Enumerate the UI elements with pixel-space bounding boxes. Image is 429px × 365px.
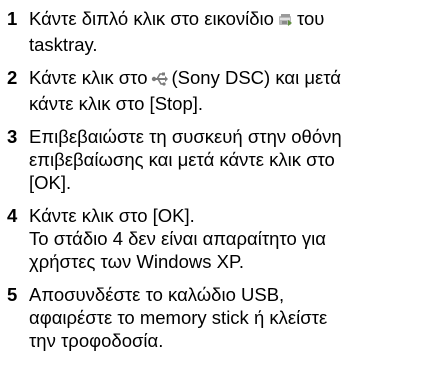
step-5-line-2: αφαιρέστε το memory stick ή κλείστε (29, 307, 328, 328)
step-2-line-1: Κάντε κλικ στο (Sony DSC) και μετά (29, 66, 425, 92)
step-number: 2 (7, 67, 18, 88)
step-4-line-1: Κάντε κλικ στο [OK]. (29, 205, 195, 226)
step-5-line-3: την τροφοδοσία. (29, 330, 164, 351)
step-3: 3 Επιβεβαιώστε τη συσκευή στην οθόνη επι… (7, 125, 425, 194)
step-2-text-before-icon: Κάντε κλικ στο (29, 67, 148, 88)
step-1-line-2: tasktray. (29, 34, 98, 55)
step-5: 5 Αποσυνδέστε το καλώδιο USB, αφαιρέστε … (7, 283, 425, 352)
step-2: 2 Κάντε κλικ στο (Sony DSC) και μετά κάν… (7, 66, 425, 115)
step-number: 1 (7, 8, 18, 29)
tasktray-icon (277, 10, 294, 33)
step-3-line-2: επιβεβαίωσης και μετά κάντε κλικ στο (29, 149, 335, 170)
step-1: 1 Κάντε διπλό κλικ στο εικονίδιο του tas… (7, 7, 425, 56)
step-4-line-2: Το στάδιο 4 δεν είναι απαραίτητο για (29, 228, 326, 249)
step-1-line-1: Κάντε διπλό κλικ στο εικονίδιο του (29, 7, 425, 33)
step-3-line-3: [OK]. (29, 172, 72, 193)
step-5-line-1: Αποσυνδέστε το καλώδιο USB, (29, 284, 285, 305)
step-2-line-2: κάντε κλικ στο [Stop]. (29, 93, 204, 114)
instruction-steps: 1 Κάντε διπλό κλικ στο εικονίδιο του tas… (7, 7, 425, 362)
step-1-text-after-icon: του (296, 8, 325, 29)
usb-device-icon (151, 69, 169, 92)
step-4-line-3: χρήστες των Windows XP. (29, 251, 245, 272)
step-2-text-after-icon: (Sony DSC) και μετά (171, 67, 341, 88)
step-1-text-before-icon: Κάντε διπλό κλικ στο εικονίδιο (29, 8, 274, 29)
step-number: 3 (7, 126, 18, 147)
step-number: 4 (7, 205, 18, 226)
step-number: 5 (7, 284, 18, 305)
step-3-line-1: Επιβεβαιώστε τη συσκευή στην οθόνη (29, 126, 342, 147)
step-4: 4 Κάντε κλικ στο [OK]. Το στάδιο 4 δεν ε… (7, 204, 425, 273)
